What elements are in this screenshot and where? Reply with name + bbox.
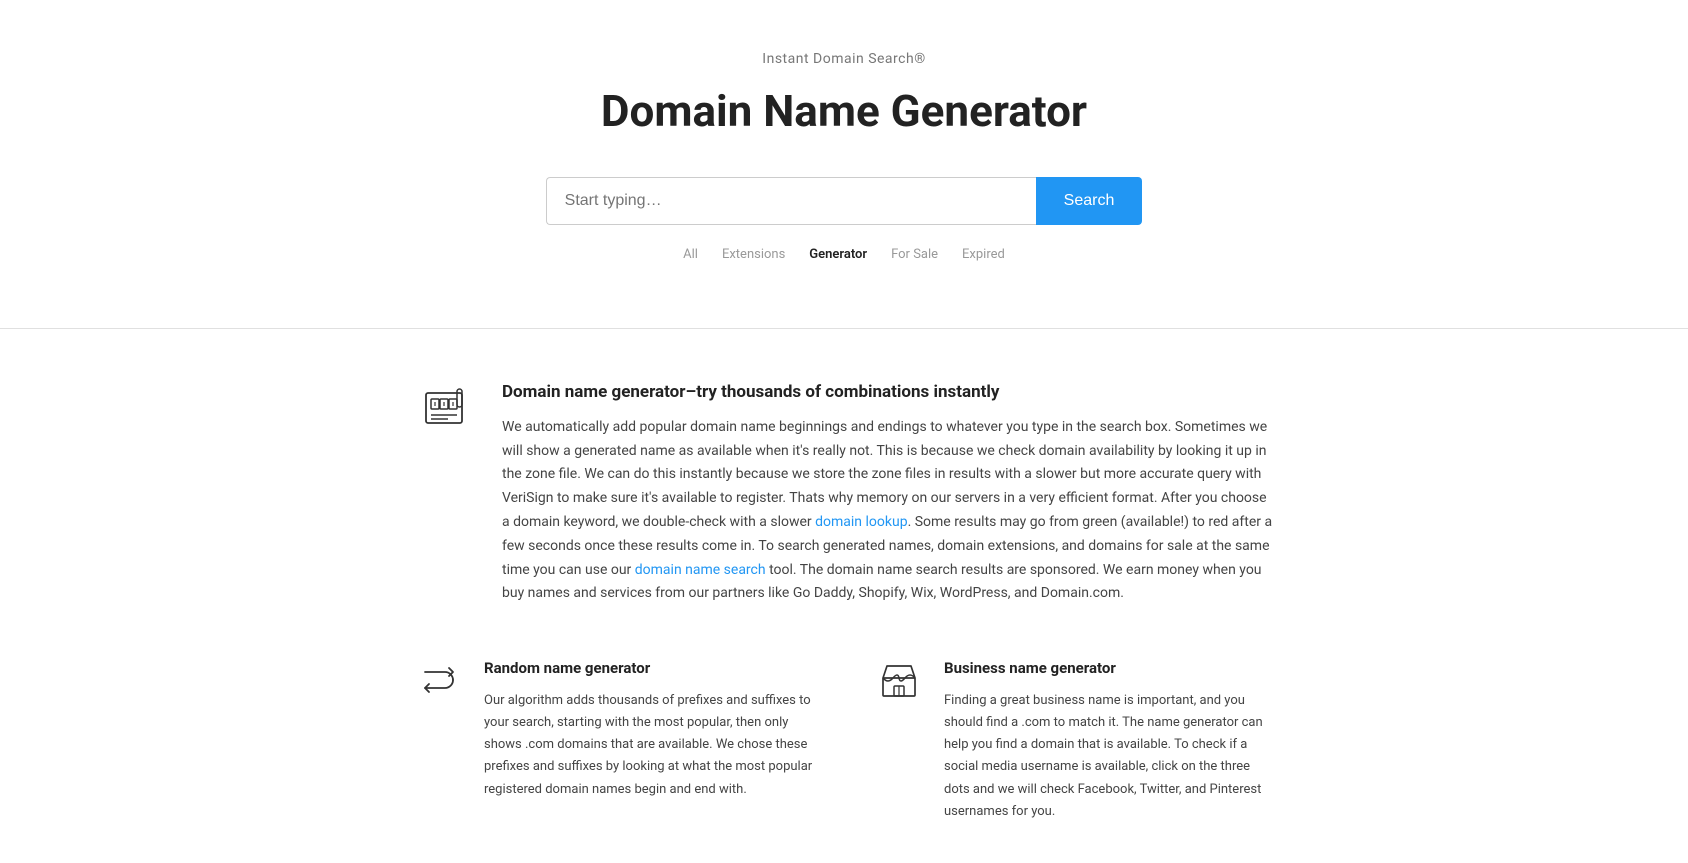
- main-feature-title: Domain name generator–try thousands of c…: [502, 379, 1274, 406]
- search-button[interactable]: Search: [1036, 177, 1143, 225]
- page-title: Domain Name Generator: [20, 76, 1668, 146]
- domain-lookup-link[interactable]: domain lookup: [815, 514, 907, 530]
- tab-extensions[interactable]: Extensions: [722, 243, 785, 268]
- main-feature-block: Domain name generator–try thousands of c…: [414, 379, 1274, 607]
- filter-tabs: All Extensions Generator For Sale Expire…: [20, 243, 1668, 268]
- content-section: Domain name generator–try thousands of c…: [394, 329, 1294, 863]
- business-name-block: Business name generator Finding a great …: [874, 656, 1274, 823]
- search-bar: Search: [20, 177, 1668, 225]
- tab-generator[interactable]: Generator: [809, 243, 867, 268]
- business-name-title: Business name generator: [944, 656, 1274, 680]
- brand-name: Instant Domain Search®: [20, 48, 1668, 70]
- secondary-features: Random name generator Our algorithm adds…: [414, 656, 1274, 823]
- random-name-title: Random name generator: [484, 656, 814, 680]
- domain-name-search-link[interactable]: domain name search: [635, 562, 766, 578]
- search-input[interactable]: [546, 177, 1036, 225]
- random-name-content: Random name generator Our algorithm adds…: [484, 656, 814, 823]
- random-name-text: Our algorithm adds thousands of prefixes…: [484, 690, 814, 800]
- business-name-text: Finding a great business name is importa…: [944, 690, 1274, 823]
- tab-all[interactable]: All: [683, 243, 698, 268]
- business-icon: [874, 656, 924, 823]
- main-feature-content: Domain name generator–try thousands of c…: [502, 379, 1274, 607]
- tab-expired[interactable]: Expired: [962, 243, 1005, 268]
- random-icon: [414, 656, 464, 823]
- business-name-content: Business name generator Finding a great …: [944, 656, 1274, 823]
- tab-for-sale[interactable]: For Sale: [891, 243, 938, 268]
- header: Instant Domain Search® Domain Name Gener…: [0, 0, 1688, 298]
- main-feature-text: We automatically add popular domain name…: [502, 416, 1274, 606]
- random-name-block: Random name generator Our algorithm adds…: [414, 656, 814, 823]
- generator-icon: [414, 379, 474, 439]
